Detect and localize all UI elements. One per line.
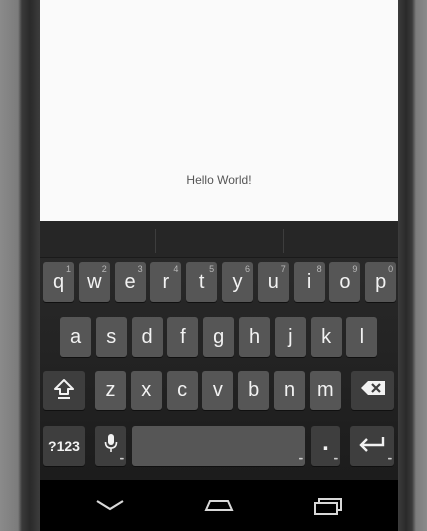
key[interactable]: h: [239, 317, 270, 357]
key[interactable]: 4r: [150, 262, 182, 302]
recent-apps-button[interactable]: [308, 490, 348, 520]
symbols-key[interactable]: ?123: [43, 426, 85, 466]
key-hint: 9: [352, 264, 358, 274]
key[interactable]: v: [202, 371, 234, 410]
key-label: q: [52, 270, 65, 293]
microphone-key[interactable]: •••: [95, 426, 126, 466]
key-label: a: [69, 325, 82, 348]
key-label: i: [306, 270, 312, 293]
key-label: c: [177, 379, 188, 401]
back-button[interactable]: [90, 490, 130, 520]
key-label: l: [359, 325, 365, 348]
period-key[interactable]: . •••: [311, 426, 340, 466]
key[interactable]: d: [131, 317, 163, 357]
key-label: u: [267, 270, 279, 293]
suggestion-strip: [40, 221, 398, 258]
app-content: Hello World!: [40, 0, 398, 221]
key[interactable]: j: [274, 317, 306, 357]
key[interactable]: k: [310, 317, 342, 357]
space-bar[interactable]: •••: [132, 426, 305, 466]
more-options-dots: •••: [119, 457, 124, 463]
home-button[interactable]: [199, 490, 239, 520]
key-hint: 2: [101, 264, 107, 274]
shift-icon: [53, 377, 75, 405]
key-label: v: [212, 379, 223, 401]
key[interactable]: 8i: [293, 262, 325, 302]
navigation-bar: [40, 480, 398, 531]
more-options-dots: •••: [333, 457, 338, 463]
more-options-dots: •••: [387, 457, 392, 463]
key[interactable]: l: [346, 317, 378, 357]
period-key-label: .: [322, 429, 329, 456]
enter-key[interactable]: •••: [350, 426, 394, 466]
key-label: d: [141, 325, 153, 348]
key-label: o: [339, 270, 351, 293]
key[interactable]: 0p: [365, 262, 397, 302]
key-label: k: [321, 325, 332, 348]
enter-icon: [358, 435, 386, 458]
key[interactable]: 9o: [329, 262, 361, 302]
key[interactable]: x: [130, 371, 162, 410]
key[interactable]: 2w: [78, 262, 110, 302]
key-label: f: [180, 325, 186, 348]
key-label: p: [375, 270, 387, 293]
microphone-icon: [104, 433, 118, 459]
key-label: b: [248, 379, 260, 401]
key[interactable]: 7u: [257, 262, 289, 302]
recent-apps-icon: [308, 498, 348, 524]
symbols-key-label: ?123: [48, 438, 80, 454]
key-label: j: [288, 325, 293, 348]
back-icon: [90, 500, 130, 524]
suggestion-divider: [155, 229, 156, 253]
key[interactable]: 1q: [43, 262, 74, 302]
key-label: r: [162, 270, 170, 293]
key[interactable]: n: [274, 371, 305, 410]
key[interactable]: z: [95, 371, 126, 410]
key-label: g: [213, 325, 225, 348]
shift-key[interactable]: [43, 371, 85, 410]
key[interactable]: b: [238, 371, 270, 410]
key[interactable]: 5t: [186, 262, 218, 302]
key[interactable]: 6y: [222, 262, 253, 302]
key-label: m: [316, 379, 334, 401]
device-bezel-left: [0, 0, 40, 531]
suggestion-divider: [283, 229, 284, 253]
key-label: t: [198, 270, 205, 293]
key-hint: 3: [137, 264, 143, 274]
key-hint: 6: [244, 264, 250, 274]
key-hint: 0: [388, 264, 394, 274]
key-label: h: [248, 325, 261, 348]
key-hint: 4: [173, 264, 179, 274]
key-hint: 1: [65, 264, 71, 274]
key[interactable]: s: [95, 317, 127, 357]
hello-world-text: Hello World!: [186, 173, 252, 187]
more-options-dots: •••: [298, 457, 303, 463]
key[interactable]: m: [309, 371, 341, 410]
home-icon: [199, 500, 239, 524]
key-label: x: [141, 379, 152, 401]
key[interactable]: a: [60, 317, 91, 357]
key[interactable]: f: [167, 317, 199, 357]
device-bezel-right: [398, 0, 427, 531]
backspace-key[interactable]: [351, 371, 394, 410]
key-hint: 8: [316, 264, 322, 274]
key-label: n: [283, 379, 296, 401]
key-label: e: [124, 270, 136, 293]
soft-keyboard: ?123 ••• ••• . ••• ••• 1q2w3e4r5t6y7u8i9…: [40, 221, 398, 480]
key-label: z: [105, 379, 116, 401]
key-label: w: [87, 270, 102, 293]
key-label: y: [232, 270, 243, 293]
backspace-icon: [360, 379, 386, 402]
key-hint: 7: [280, 264, 286, 274]
key[interactable]: 3e: [114, 262, 146, 302]
key[interactable]: g: [203, 317, 235, 357]
key[interactable]: c: [166, 371, 198, 410]
key-label: s: [106, 325, 117, 348]
key-hint: 5: [209, 264, 215, 274]
